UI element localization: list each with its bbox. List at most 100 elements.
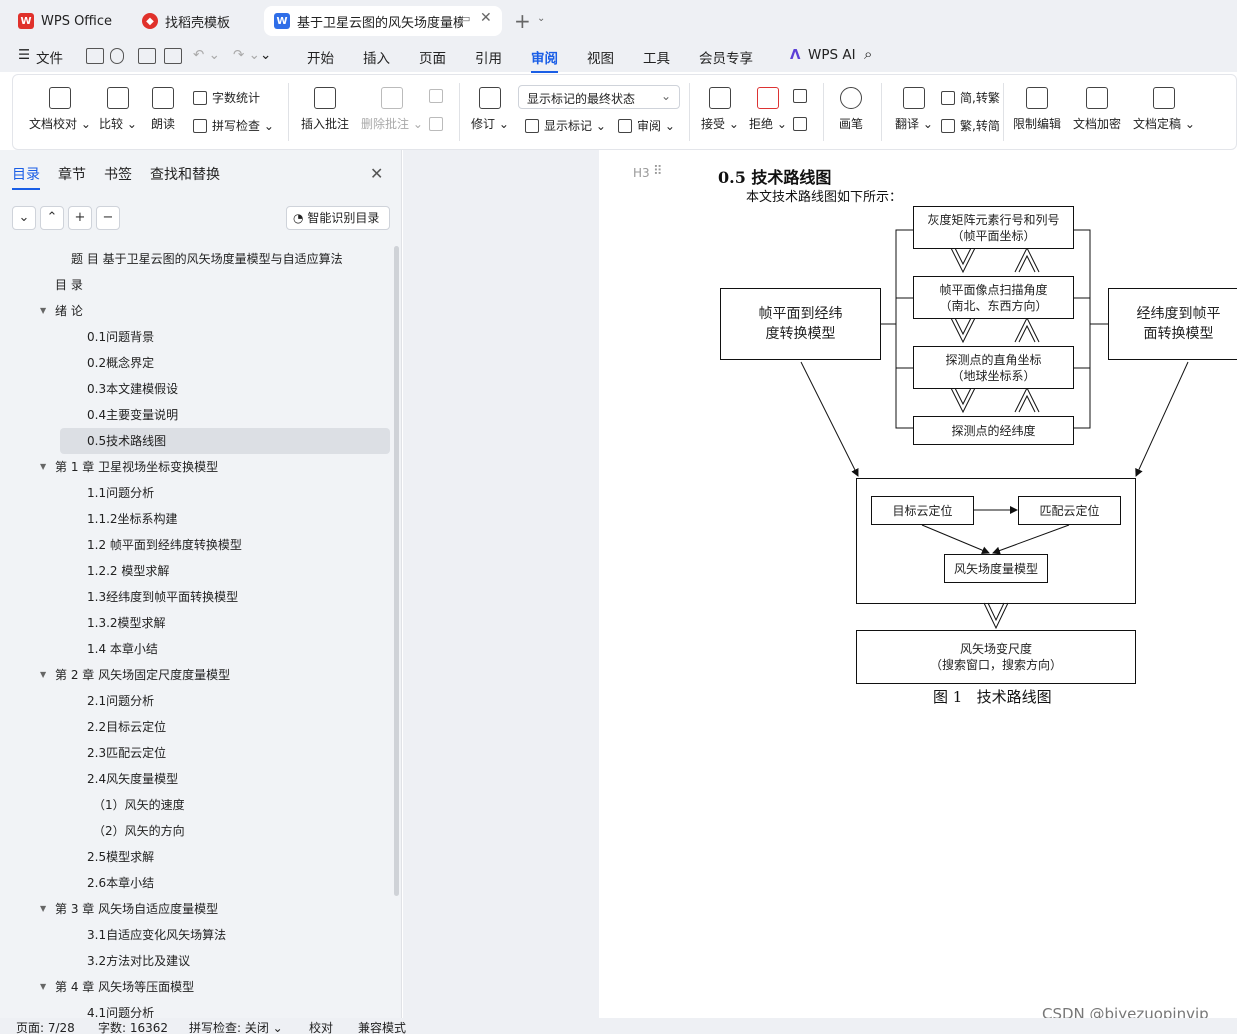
- toc-item[interactable]: 1.1.2坐标系构建: [0, 506, 392, 532]
- toc-item[interactable]: 2.2目标云定位: [0, 714, 392, 740]
- page-indicator[interactable]: 页面: 7/28: [16, 1019, 75, 1034]
- document-page[interactable]: H3 ⠿ 0.5 技术路线图 本文技术路线图如下所示： 灰度矩阵元素行号和列号 …: [599, 150, 1237, 1018]
- read-aloud-button[interactable]: 朗读: [151, 87, 175, 132]
- menu-view[interactable]: 视图: [587, 47, 614, 67]
- spell-check-status[interactable]: 拼写检查: 关闭 ⌄: [189, 1019, 283, 1034]
- save-icon[interactable]: [86, 48, 104, 64]
- markup-state-dropdown[interactable]: 显示标记的最终状态 ⌄: [518, 85, 680, 109]
- print-preview-icon[interactable]: [164, 48, 182, 64]
- tab-find-replace[interactable]: 查找和替换: [150, 164, 220, 184]
- expand-triangle-icon[interactable]: ▼: [40, 298, 46, 324]
- toc-item[interactable]: 2.4风矢度量模型: [0, 766, 392, 792]
- share-icon[interactable]: [110, 48, 124, 64]
- toc-item[interactable]: （2）风矢的方向: [0, 818, 392, 844]
- toc-item[interactable]: ▼ 第 4 章 风矢场等压面模型: [0, 974, 392, 1000]
- to-traditional-button[interactable]: 简,转繁: [941, 89, 1000, 106]
- new-tab-plus-icon[interactable]: +: [514, 9, 531, 33]
- collapse-up-icon[interactable]: ⌃: [40, 206, 64, 230]
- toc-item[interactable]: 1.3.2模型求解: [0, 610, 392, 636]
- delete-comment-button[interactable]: 删除批注 ⌄: [361, 87, 423, 132]
- menu-review[interactable]: 审阅: [531, 47, 558, 73]
- toc-item[interactable]: 0.1问题背景: [0, 324, 392, 350]
- quick-access-more-icon[interactable]: ⌄: [260, 47, 271, 63]
- add-heading-icon[interactable]: +: [68, 206, 92, 230]
- chevron-down-icon[interactable]: ⌄: [537, 13, 545, 24]
- proofread-status[interactable]: 校对: [309, 1019, 333, 1034]
- word-count-button[interactable]: 字数统计: [193, 89, 260, 106]
- toc-item[interactable]: 1.1问题分析: [0, 480, 392, 506]
- restrict-edit-button[interactable]: 限制编辑: [1013, 87, 1061, 132]
- menu-home[interactable]: 开始: [307, 47, 334, 67]
- tab-toc[interactable]: 目录: [12, 164, 40, 190]
- doc-check-button[interactable]: 文档校对 ⌄: [29, 87, 91, 132]
- menu-references[interactable]: 引用: [475, 47, 502, 67]
- tab-monitor-icon[interactable]: ▭: [460, 12, 470, 25]
- close-icon[interactable]: ✕: [480, 10, 492, 26]
- expand-triangle-icon[interactable]: ▼: [40, 454, 46, 480]
- toc-item[interactable]: 2.1问题分析: [0, 688, 392, 714]
- expand-triangle-icon[interactable]: ▼: [40, 974, 46, 1000]
- insert-comment-button[interactable]: 插入批注: [301, 87, 349, 132]
- tab-bookmarks[interactable]: 书签: [104, 164, 132, 184]
- encrypt-button[interactable]: 文档加密: [1073, 87, 1121, 132]
- toc-item[interactable]: 2.3匹配云定位: [0, 740, 392, 766]
- tab-sections[interactable]: 章节: [58, 164, 86, 184]
- close-icon[interactable]: ✕: [370, 164, 383, 183]
- next-comment-icon[interactable]: [429, 117, 448, 131]
- tab-template[interactable]: ◆ 找稻壳模板: [132, 6, 258, 36]
- search-icon[interactable]: ⌕: [864, 45, 872, 63]
- toc-item[interactable]: ▼ 第 1 章 卫星视场坐标变换模型: [0, 454, 392, 480]
- wps-ai-icon[interactable]: ᐱ: [790, 47, 800, 63]
- tab-wps-office[interactable]: W WPS Office: [8, 6, 124, 36]
- prev-revision-icon[interactable]: [793, 89, 812, 103]
- toc-item[interactable]: 0.4主要变量说明: [0, 402, 392, 428]
- toc-item[interactable]: 目 录: [0, 272, 392, 298]
- sidebar-scrollbar[interactable]: [394, 246, 399, 896]
- translate-button[interactable]: 翻译 ⌄: [895, 87, 933, 132]
- toc-item[interactable]: 3.1自适应变化风矢场算法: [0, 922, 392, 948]
- review-pane-button[interactable]: 审阅 ⌄: [618, 117, 675, 134]
- next-revision-icon[interactable]: [793, 117, 812, 131]
- toc-item[interactable]: 题 目 基于卫星云图的风矢场度量模型与自适应算法: [0, 246, 392, 272]
- toc-item[interactable]: 2.5模型求解: [0, 844, 392, 870]
- tab-document[interactable]: W 基于卫星云图的风矢场度量模型 ▭ ✕: [264, 6, 502, 36]
- redo-icon[interactable]: ↷ ⌄: [233, 47, 260, 63]
- word-count-indicator[interactable]: 字数: 16362: [98, 1019, 168, 1034]
- finalize-button[interactable]: 文档定稿 ⌄: [1133, 87, 1195, 132]
- toc-item[interactable]: ▼ 第 2 章 风矢场固定尺度度量模型: [0, 662, 392, 688]
- spell-check-button[interactable]: 拼写检查 ⌄: [193, 117, 274, 134]
- toc-item[interactable]: 0.3本文建模假设: [0, 376, 392, 402]
- menu-file[interactable]: 文件: [36, 47, 63, 67]
- expand-triangle-icon[interactable]: ▼: [40, 896, 46, 922]
- toc-item[interactable]: ▼ 第 3 章 风矢场自适应度量模型: [0, 896, 392, 922]
- pen-button[interactable]: 画笔: [839, 87, 863, 132]
- to-simplified-button[interactable]: 繁,转简: [941, 117, 1000, 134]
- menu-member[interactable]: 会员专享: [699, 47, 753, 67]
- toc-item[interactable]: 1.2.2 模型求解: [0, 558, 392, 584]
- toc-item[interactable]: 2.6本章小结: [0, 870, 392, 896]
- smart-toc-button[interactable]: ◔ 智能识别目录: [286, 206, 390, 230]
- reject-button[interactable]: 拒绝 ⌄: [749, 87, 787, 132]
- menu-wps-ai[interactable]: WPS AI: [808, 47, 856, 63]
- undo-icon[interactable]: ↶ ⌄: [193, 47, 220, 63]
- menu-tools[interactable]: 工具: [643, 47, 670, 67]
- accept-button[interactable]: 接受 ⌄: [701, 87, 739, 132]
- toc-item[interactable]: 1.3经纬度到帧平面转换模型: [0, 584, 392, 610]
- expand-down-icon[interactable]: ⌄: [12, 206, 36, 230]
- toc-item[interactable]: ▼ 绪 论: [0, 298, 392, 324]
- menu-page[interactable]: 页面: [419, 47, 446, 67]
- hamburger-icon[interactable]: ☰: [18, 47, 30, 63]
- toc-item[interactable]: 0.5技术路线图: [60, 428, 390, 454]
- toc-item[interactable]: （1）风矢的速度: [0, 792, 392, 818]
- expand-triangle-icon[interactable]: ▼: [40, 662, 46, 688]
- toc-item[interactable]: 1.4 本章小结: [0, 636, 392, 662]
- toc-item[interactable]: 1.2 帧平面到经纬度转换模型: [0, 532, 392, 558]
- prev-comment-icon[interactable]: [429, 89, 448, 103]
- remove-heading-icon[interactable]: −: [96, 206, 120, 230]
- toc-item[interactable]: 3.2方法对比及建议: [0, 948, 392, 974]
- toc-item[interactable]: 0.2概念界定: [0, 350, 392, 376]
- show-markup-button[interactable]: 显示标记 ⌄: [525, 117, 606, 134]
- menu-insert[interactable]: 插入: [363, 47, 390, 67]
- revise-button[interactable]: 修订 ⌄: [471, 87, 509, 132]
- print-icon[interactable]: [138, 48, 156, 64]
